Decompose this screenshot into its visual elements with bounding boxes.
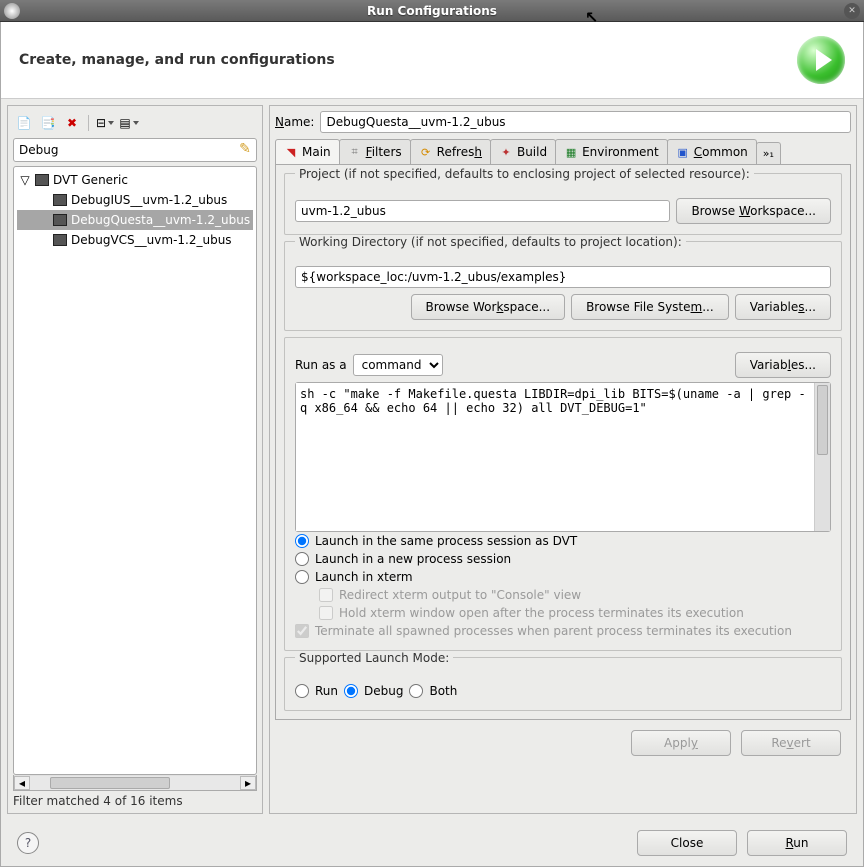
tree-parent-label: DVT Generic xyxy=(53,173,128,187)
titlebar: Run Configurations ↖ xyxy=(0,0,864,22)
variables-button[interactable]: Variables... xyxy=(735,294,831,320)
launch-xterm-radio[interactable] xyxy=(295,570,309,584)
launch-mode-debug-label: Debug xyxy=(364,684,403,698)
tab-common[interactable]: ▣Common xyxy=(667,139,757,164)
new-config-button[interactable]: 📄 xyxy=(13,113,35,133)
tree-item[interactable]: DebugVCS__uvm-1.2_ubus xyxy=(17,230,253,250)
tab-environment[interactable]: ▦Environment xyxy=(555,139,668,164)
tab-build[interactable]: ✦Build xyxy=(490,139,556,164)
filter-icon: ⌗ xyxy=(348,145,362,159)
launch-mode-run-radio[interactable] xyxy=(295,684,309,698)
command-textarea[interactable]: sh -c "make -f Makefile.questa LIBDIR=dp… xyxy=(296,383,814,531)
runas-group: Run as a command Variables... sh -c "mak… xyxy=(284,337,842,651)
apply-button[interactable]: Apply xyxy=(631,730,731,756)
workdir-group-label: Working Directory (if not specified, def… xyxy=(295,235,686,249)
expand-icon[interactable]: ▽ xyxy=(19,173,31,187)
workdir-input[interactable] xyxy=(295,266,831,288)
tree-item[interactable]: DebugQuesta__uvm-1.2_ubus xyxy=(17,210,253,230)
tree-item-label: DebugQuesta__uvm-1.2_ubus xyxy=(71,213,250,227)
filter-menu-button[interactable]: ▤ xyxy=(118,113,140,133)
launch-mode-run-label: Run xyxy=(315,684,338,698)
hold-xterm-label: Hold xterm window open after the process… xyxy=(339,606,744,620)
run-icon xyxy=(797,36,845,84)
config-icon xyxy=(53,234,67,246)
scroll-thumb[interactable] xyxy=(817,385,828,455)
config-footer: Apply Revert xyxy=(275,720,851,766)
project-input[interactable] xyxy=(295,200,670,222)
tree-item-label: DebugIUS__uvm-1.2_ubus xyxy=(71,193,227,207)
redirect-xterm-label: Redirect xterm output to "Console" view xyxy=(339,588,581,602)
name-label: Name: xyxy=(275,115,314,129)
tab-content: Project (if not specified, defaults to e… xyxy=(275,165,851,720)
tree-parent[interactable]: ▽ DVT Generic xyxy=(17,170,253,190)
project-group: Project (if not specified, defaults to e… xyxy=(284,173,842,235)
workdir-group: Working Directory (if not specified, def… xyxy=(284,241,842,331)
horizontal-scrollbar[interactable]: ◂ ▸ xyxy=(13,775,257,791)
tree-item[interactable]: DebugIUS__uvm-1.2_ubus xyxy=(17,190,253,210)
terminate-spawned-check xyxy=(295,624,309,638)
hold-xterm-check xyxy=(319,606,333,620)
revert-button[interactable]: Revert xyxy=(741,730,841,756)
project-group-label: Project (if not specified, defaults to e… xyxy=(295,167,754,181)
scroll-right-icon[interactable]: ▸ xyxy=(240,776,256,790)
launch-new-radio[interactable] xyxy=(295,552,309,566)
filter-status: Filter matched 4 of 16 items xyxy=(13,791,257,808)
tab-refresh[interactable]: ⟳Refresh xyxy=(410,139,491,164)
toolbar-separator xyxy=(88,115,89,131)
main-icon: ◥ xyxy=(284,145,298,159)
right-panel: Name: ◥Main ⌗Filters ⟳Refresh ✦Build ▦En… xyxy=(269,105,857,814)
dialog-header: Create, manage, and run configurations xyxy=(1,22,863,99)
browse-filesystem-button[interactable]: Browse File System... xyxy=(571,294,729,320)
close-icon[interactable] xyxy=(844,3,860,19)
launch-mode-both-label: Both xyxy=(429,684,457,698)
tree-item-label: DebugVCS__uvm-1.2_ubus xyxy=(71,233,232,247)
scroll-left-icon[interactable]: ◂ xyxy=(14,776,30,790)
common-icon: ▣ xyxy=(676,145,690,159)
delete-config-button[interactable]: ✖ xyxy=(61,113,83,133)
launch-xterm-label: Launch in xterm xyxy=(315,570,413,584)
tab-overflow[interactable]: »₁ xyxy=(756,142,781,164)
launch-mode-group-label: Supported Launch Mode: xyxy=(295,651,453,665)
window-title: Run Configurations xyxy=(0,4,864,18)
duplicate-config-button[interactable]: 📑 xyxy=(37,113,59,133)
refresh-icon: ⟳ xyxy=(419,145,433,159)
launch-mode-debug-radio[interactable] xyxy=(344,684,358,698)
launch-same-radio[interactable] xyxy=(295,534,309,548)
browse-workspace-button[interactable]: Browse Workspace... xyxy=(676,198,831,224)
launch-mode-group: Supported Launch Mode: Run Debug Both xyxy=(284,657,842,711)
close-button[interactable]: Close xyxy=(637,830,737,856)
redirect-xterm-check xyxy=(319,588,333,602)
dialog-footer: ? Close Run xyxy=(1,820,863,866)
runas-combo[interactable]: command xyxy=(353,354,443,376)
scroll-track[interactable] xyxy=(30,776,240,790)
app-icon xyxy=(4,3,20,19)
browse-workspace-button-2[interactable]: Browse Workspace... xyxy=(411,294,566,320)
launch-same-label: Launch in the same process session as DV… xyxy=(315,534,577,548)
runas-label: Run as a xyxy=(295,358,347,372)
launch-new-label: Launch in a new process session xyxy=(315,552,511,566)
config-icon xyxy=(53,214,67,226)
collapse-button[interactable]: ⊟ xyxy=(94,113,116,133)
run-button[interactable]: Run xyxy=(747,830,847,856)
help-button[interactable]: ? xyxy=(17,832,39,854)
header-subtitle: Create, manage, and run configurations xyxy=(19,52,335,68)
tab-main[interactable]: ◥Main xyxy=(275,139,340,164)
terminate-spawned-label: Terminate all spawned processes when par… xyxy=(315,624,792,638)
tab-filters[interactable]: ⌗Filters xyxy=(339,139,411,164)
filter-input[interactable] xyxy=(13,138,257,162)
scroll-thumb[interactable] xyxy=(50,777,170,789)
launch-mode-both-radio[interactable] xyxy=(409,684,423,698)
build-icon: ✦ xyxy=(499,145,513,159)
runas-variables-button[interactable]: Variables... xyxy=(735,352,831,378)
left-toolbar: 📄 📑 ✖ ⊟ ▤ xyxy=(13,111,257,138)
vertical-scrollbar[interactable] xyxy=(814,383,830,531)
config-tree[interactable]: ▽ DVT Generic DebugIUS__uvm-1.2_ubus Deb… xyxy=(13,166,257,775)
folder-icon xyxy=(35,174,49,186)
config-icon xyxy=(53,194,67,206)
left-panel: 📄 📑 ✖ ⊟ ▤ ✎ ▽ DVT Generic DebugIU xyxy=(7,105,263,814)
name-input[interactable] xyxy=(320,111,851,133)
tab-bar: ◥Main ⌗Filters ⟳Refresh ✦Build ▦Environm… xyxy=(275,139,851,165)
environment-icon: ▦ xyxy=(564,145,578,159)
clear-filter-icon[interactable]: ✎ xyxy=(237,141,253,157)
